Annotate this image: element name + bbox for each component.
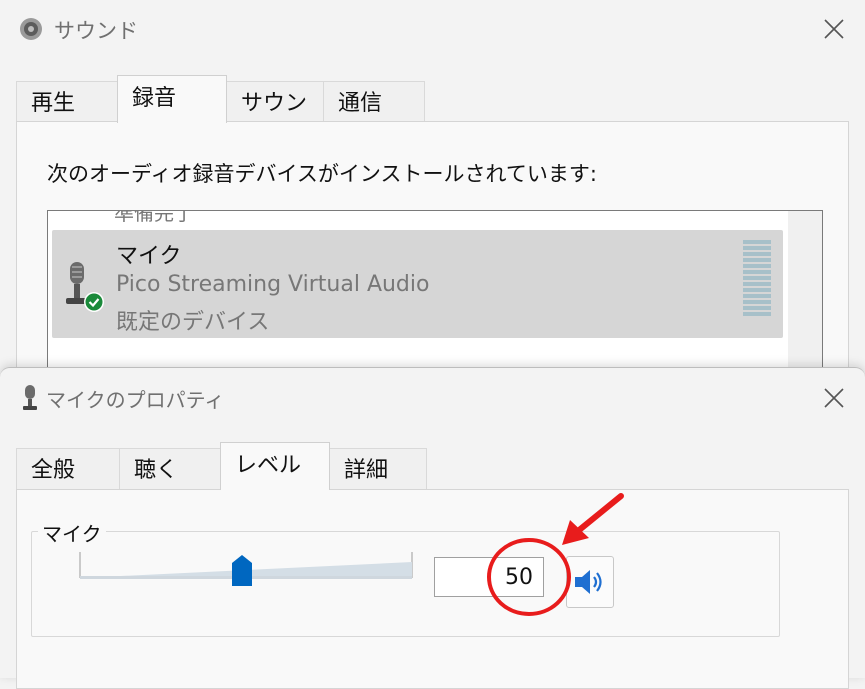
levels-panel: マイク 50: [16, 489, 849, 689]
tab-general[interactable]: 全般: [16, 448, 120, 490]
props-window-title: マイクのプロパティ: [46, 388, 225, 412]
props-tabs: 全般 聴く レベル 詳細: [16, 442, 427, 490]
tab-recording[interactable]: 録音: [117, 75, 227, 123]
mute-button[interactable]: [566, 556, 614, 608]
close-button[interactable]: [817, 12, 851, 46]
tab-communications[interactable]: 通信: [323, 81, 425, 123]
tab-levels[interactable]: レベル: [220, 442, 330, 490]
sound-titlebar: サウンド: [0, 0, 865, 58]
props-titlebar: マイクのプロパティ: [0, 368, 865, 426]
sound-tabs: 再生 録音 サウンド 通信: [16, 75, 425, 160]
tab-advanced[interactable]: 詳細: [329, 448, 427, 490]
volume-slider[interactable]: [78, 552, 414, 588]
slider-thumb[interactable]: [232, 555, 252, 588]
close-icon: [824, 19, 844, 39]
sound-window-title: サウンド: [54, 19, 138, 43]
close-button[interactable]: [817, 381, 851, 415]
tab-playback[interactable]: 再生: [16, 81, 118, 123]
device-status: 既定のデバイス: [116, 310, 270, 335]
mic-properties-window: マイクのプロパティ 全般 聴く レベル 詳細 マイク 50: [0, 367, 865, 689]
recording-instruction: 次のオーディオ録音デバイスがインストールされています:: [47, 162, 597, 186]
default-check-icon: [85, 293, 103, 311]
speaker-icon: [18, 16, 44, 42]
close-icon: [824, 388, 844, 408]
group-label: マイク: [38, 518, 106, 547]
microphone-icon: [20, 384, 40, 412]
speaker-icon: [575, 570, 602, 594]
microphone-icon: [60, 260, 110, 316]
level-input[interactable]: 50: [434, 557, 544, 597]
microphone-level-group: マイク 50: [31, 518, 780, 637]
device-name: マイク: [116, 244, 182, 269]
level-meter: [743, 240, 771, 320]
device-item-microphone[interactable]: マイク Pico Streaming Virtual Audio 既定のデバイス: [52, 230, 783, 338]
list-item-partial-status: 準備完了: [114, 210, 194, 225]
tab-listen[interactable]: 聴く: [119, 448, 221, 490]
tab-sounds[interactable]: サウンド: [226, 81, 324, 160]
device-description: Pico Streaming Virtual Audio: [116, 272, 430, 297]
level-value: 50: [505, 565, 533, 590]
